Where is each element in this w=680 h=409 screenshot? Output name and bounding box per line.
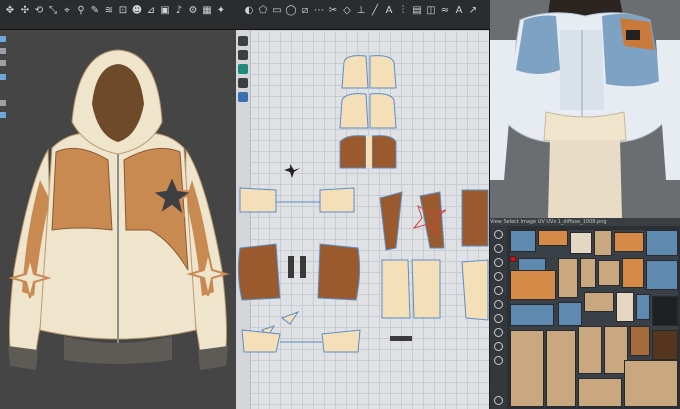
texture-icon[interactable]: ▦ bbox=[201, 5, 213, 17]
circle-icon[interactable]: ◯ bbox=[285, 5, 297, 17]
uv-pin-icon[interactable] bbox=[494, 286, 503, 295]
hoodie-3d-model[interactable] bbox=[0, 30, 236, 409]
sphere-icon[interactable]: ◐ bbox=[243, 5, 255, 17]
notch-icon[interactable]: ⊥ bbox=[355, 5, 367, 17]
settings-icon[interactable]: ⚙ bbox=[187, 5, 199, 17]
render-image bbox=[490, 0, 680, 218]
gizmo-icon[interactable]: ⌖ bbox=[61, 5, 73, 17]
rectangle-icon[interactable]: ▭ bbox=[271, 5, 283, 17]
uv-cut-icon[interactable] bbox=[494, 328, 503, 337]
move-icon[interactable]: ✣ bbox=[19, 5, 31, 17]
uv-brush-icon[interactable] bbox=[494, 314, 503, 323]
dart-icon[interactable]: ◇ bbox=[341, 5, 353, 17]
pattern-pieces[interactable] bbox=[236, 30, 489, 409]
uv-scale-icon[interactable] bbox=[494, 272, 503, 281]
tape-icon[interactable]: ≋ bbox=[103, 5, 115, 17]
2d-pattern-window[interactable] bbox=[236, 30, 489, 409]
text-icon[interactable]: A bbox=[383, 5, 395, 17]
seam-icon[interactable]: ⋯ bbox=[313, 5, 325, 17]
uv-layout-canvas[interactable] bbox=[510, 230, 678, 407]
uv-toolbar bbox=[490, 226, 507, 409]
fold-line-icon[interactable]: ╱ bbox=[369, 5, 381, 17]
measure-icon[interactable]: ⊡ bbox=[117, 5, 129, 17]
scale-icon[interactable]: ⤡ bbox=[47, 5, 59, 17]
uv-stitch-icon[interactable] bbox=[494, 342, 503, 351]
uv-rotate-icon[interactable] bbox=[494, 258, 503, 267]
uv-editor-window[interactable]: View Select Image UV UVs 1_diffuse_1008.… bbox=[490, 218, 680, 409]
arrow-icon[interactable]: ↗ bbox=[467, 5, 479, 17]
fold-icon[interactable]: ⊿ bbox=[145, 5, 157, 17]
pleat-icon[interactable]: ⫶ bbox=[397, 5, 409, 17]
brush-icon[interactable]: ✎ bbox=[89, 5, 101, 17]
uv-relax-icon[interactable] bbox=[494, 356, 503, 365]
render-preview-window[interactable] bbox=[490, 0, 680, 218]
puckering-icon[interactable]: ≈ bbox=[439, 5, 451, 17]
avatar-icon[interactable]: ☻ bbox=[131, 5, 143, 17]
uv-editor-header: View Select Image UV UVs 1_diffuse_1008.… bbox=[490, 218, 680, 226]
image-icon[interactable]: ▣ bbox=[159, 5, 171, 17]
rotate-icon[interactable]: ⟲ bbox=[33, 5, 45, 17]
uv-move-icon[interactable] bbox=[494, 244, 503, 253]
internal-line-icon[interactable]: ⧄ bbox=[299, 5, 311, 17]
cut-icon[interactable]: ✂ bbox=[327, 5, 339, 17]
text-icon-2[interactable]: A bbox=[453, 5, 465, 17]
uv-select-icon[interactable] bbox=[494, 230, 503, 239]
3d-viewport[interactable] bbox=[0, 30, 236, 409]
uv-lasso-icon[interactable] bbox=[494, 300, 503, 309]
star-icon[interactable]: ✦ bbox=[215, 5, 227, 17]
select-icon[interactable]: ✥ bbox=[4, 5, 16, 17]
pin-icon[interactable]: ⚲ bbox=[75, 5, 87, 17]
polygon-icon[interactable]: ⬠ bbox=[257, 5, 269, 17]
trim-icon[interactable]: ◫ bbox=[425, 5, 437, 17]
uv-view-icon[interactable] bbox=[494, 396, 503, 405]
music-icon[interactable]: ♪ bbox=[173, 5, 185, 17]
fabric-icon[interactable]: ▤ bbox=[411, 5, 423, 17]
